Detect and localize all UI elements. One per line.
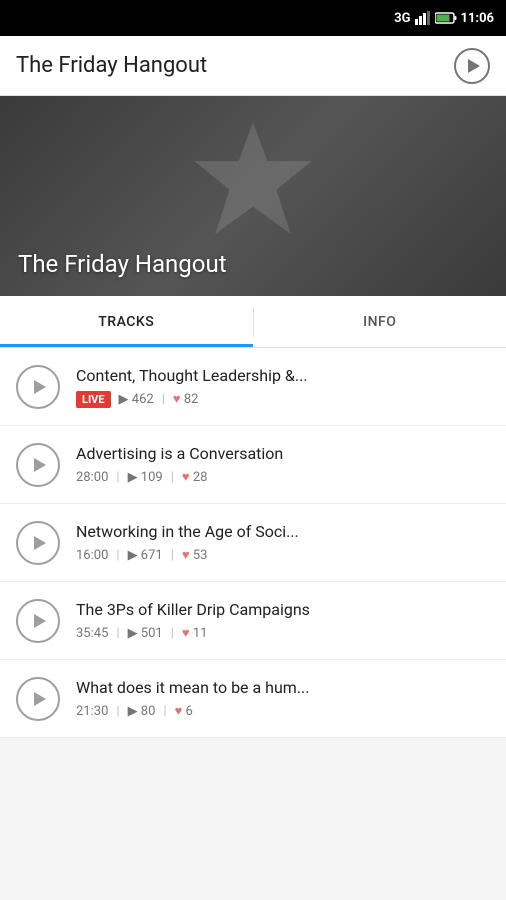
track-plays: ▶ 462	[119, 392, 154, 407]
track-item[interactable]: What does it mean to be a hum... 21:30 | ▶ …	[0, 660, 506, 738]
tab-bar: TRACKS INFO	[0, 296, 506, 348]
track-likes: ♥ 53	[182, 547, 208, 563]
track-duration: 28:00	[76, 470, 108, 485]
track-plays: ▶ 80	[128, 704, 156, 719]
play-button[interactable]	[16, 677, 60, 721]
track-info: The 3Ps of Killer Drip Campaigns 35:45 | ▶ …	[76, 600, 490, 641]
track-meta: 28:00 | ▶ 109 | ♥ 28	[76, 469, 490, 485]
meta-separator: |	[116, 704, 119, 719]
status-bar: 3G 11:06	[0, 0, 506, 36]
track-likes: ♥ 28	[182, 469, 208, 485]
track-item[interactable]: The 3Ps of Killer Drip Campaigns 35:45 | ▶ …	[0, 582, 506, 660]
hero-star-icon	[188, 116, 318, 250]
meta-separator: |	[116, 626, 119, 641]
meta-separator: |	[116, 548, 119, 563]
time-display: 11:06	[461, 11, 495, 26]
track-info: Networking in the Age of Soci... 16:00 | ▶ …	[76, 522, 490, 563]
track-plays: ▶ 671	[128, 548, 163, 563]
track-item[interactable]: Networking in the Age of Soci... 16:00 | ▶ …	[0, 504, 506, 582]
play-button[interactable]	[16, 443, 60, 487]
track-meta: 21:30 | ▶ 80 | ♥ 6	[76, 703, 490, 719]
status-icons: 3G 11:06	[394, 11, 494, 26]
track-duration: 16:00	[76, 548, 108, 563]
track-title: The 3Ps of Killer Drip Campaigns	[76, 600, 490, 619]
meta-separator: |	[171, 470, 174, 485]
track-title: What does it mean to be a hum...	[76, 678, 490, 697]
track-title: Networking in the Age of Soci...	[76, 522, 490, 541]
track-meta: LIVE ▶ 462 | ♥ 82	[76, 391, 490, 408]
track-plays: ▶ 109	[128, 470, 163, 485]
play-button[interactable]	[16, 365, 60, 409]
track-list: Content, Thought Leadership &... LIVE ▶ 46…	[0, 348, 506, 738]
track-plays: ▶ 501	[128, 626, 163, 641]
header-play-button[interactable]	[454, 48, 490, 84]
battery-icon	[435, 12, 457, 24]
play-button[interactable]	[16, 599, 60, 643]
page-title: The Friday Hangout	[16, 53, 207, 78]
track-info: What does it mean to be a hum... 21:30 | ▶ …	[76, 678, 490, 719]
app-header: The Friday Hangout	[0, 36, 506, 96]
tab-tracks[interactable]: TRACKS	[0, 296, 253, 347]
signal-icon	[415, 11, 431, 25]
track-info: Advertising is a Conversation 28:00 | ▶ 109…	[76, 444, 490, 485]
meta-separator: |	[162, 392, 165, 407]
track-likes: ♥ 6	[175, 703, 193, 719]
play-button[interactable]	[16, 521, 60, 565]
tab-info[interactable]: INFO	[254, 296, 506, 347]
meta-separator: |	[163, 704, 166, 719]
meta-separator: |	[171, 626, 174, 641]
track-likes: ♥ 11	[182, 625, 208, 641]
hero-section: The Friday Hangout	[0, 96, 506, 296]
track-title: Advertising is a Conversation	[76, 444, 490, 463]
hero-title: The Friday Hangout	[18, 250, 227, 278]
track-likes: ♥ 82	[173, 391, 199, 407]
meta-separator: |	[116, 470, 119, 485]
track-info: Content, Thought Leadership &... LIVE ▶ 46…	[76, 366, 490, 408]
live-badge: LIVE	[76, 391, 111, 408]
track-duration: 35:45	[76, 626, 108, 641]
track-meta: 35:45 | ▶ 501 | ♥ 11	[76, 625, 490, 641]
track-item[interactable]: Advertising is a Conversation 28:00 | ▶ 109…	[0, 426, 506, 504]
track-title: Content, Thought Leadership &...	[76, 366, 490, 385]
track-duration: 21:30	[76, 704, 108, 719]
network-indicator: 3G	[394, 11, 410, 26]
meta-separator: |	[171, 548, 174, 563]
track-item[interactable]: Content, Thought Leadership &... LIVE ▶ 46…	[0, 348, 506, 426]
track-meta: 16:00 | ▶ 671 | ♥ 53	[76, 547, 490, 563]
